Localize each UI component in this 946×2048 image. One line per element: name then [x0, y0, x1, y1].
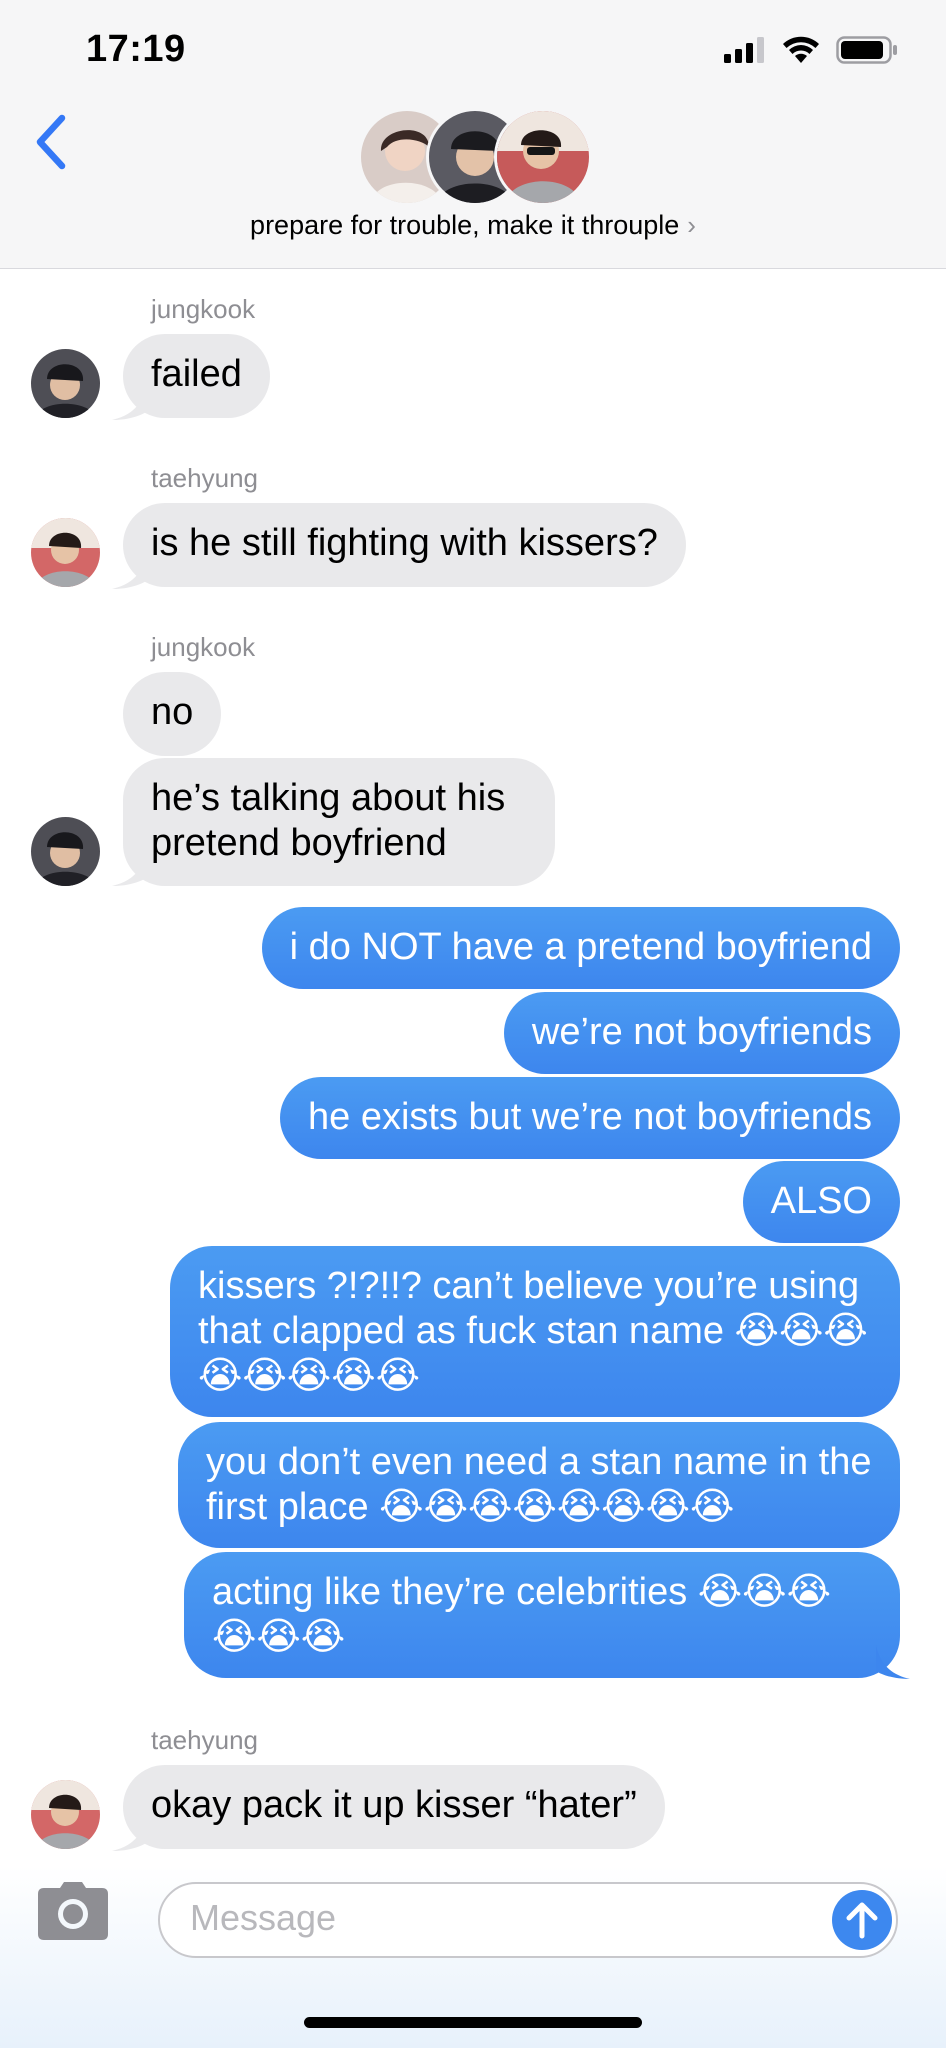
group-avatars[interactable] [358, 108, 592, 206]
battery-icon [836, 36, 897, 64]
bubble-tail [876, 1645, 910, 1679]
sender-name: taehyung [151, 1725, 258, 1755]
status-icons [724, 36, 898, 64]
bubble-tail [112, 1817, 146, 1851]
avatar[interactable] [31, 817, 100, 886]
bubble-tail [112, 386, 146, 420]
back-button[interactable] [32, 112, 82, 182]
outgoing-message[interactable]: we’re not boyfriends [503, 992, 900, 1074]
send-button[interactable] [832, 1890, 892, 1950]
incoming-message[interactable]: is he still fighting with kissers? [123, 503, 686, 587]
chevron-right-icon: › [687, 210, 696, 240]
group-name-button[interactable]: prepare for trouble, make it throuple › [0, 210, 946, 241]
camera-icon [38, 1882, 108, 1940]
sender-name: jungkook [151, 294, 256, 324]
incoming-message[interactable]: okay pack it up kisser “hater” [123, 1765, 665, 1849]
outgoing-message[interactable]: kissers ?!?!!? can’t believe you’re usin… [170, 1246, 900, 1417]
outgoing-message[interactable]: he exists but we’re not boyfriends [280, 1077, 900, 1159]
outgoing-message[interactable]: ALSO [742, 1161, 900, 1243]
sender-name: jungkook [151, 632, 256, 662]
avatar[interactable] [31, 349, 100, 418]
wifi-icon [783, 36, 819, 63]
bubble-tail [112, 852, 146, 886]
send-arrow-icon [846, 1902, 878, 1939]
avatar[interactable] [31, 1780, 100, 1849]
sender-name: taehyung [151, 463, 258, 493]
outgoing-message[interactable]: i do NOT have a pretend boyfriend [261, 907, 900, 989]
avatar[interactable] [31, 518, 100, 587]
group-name: prepare for trouble, make it throuple [250, 210, 680, 240]
back-chevron-icon [36, 114, 66, 170]
home-indicator [304, 2017, 642, 2028]
signal-icon [724, 37, 764, 63]
bubble-tail [112, 555, 146, 589]
incoming-message[interactable]: no [123, 672, 222, 756]
camera-button[interactable] [36, 1882, 114, 1946]
outgoing-message[interactable]: acting like they’re celebrities 😭😭😭😭😭😭 [184, 1552, 900, 1678]
message-placeholder: Message [190, 1897, 337, 1938]
conversation-header: 17:19 prepare for trouble, make it throu… [0, 0, 946, 269]
outgoing-message[interactable]: you don’t even need a stan name in the f… [178, 1422, 900, 1548]
member-avatar [494, 108, 592, 206]
incoming-message[interactable]: he’s talking about his pretend boyfriend [123, 758, 555, 886]
status-time: 17:19 [86, 28, 186, 70]
